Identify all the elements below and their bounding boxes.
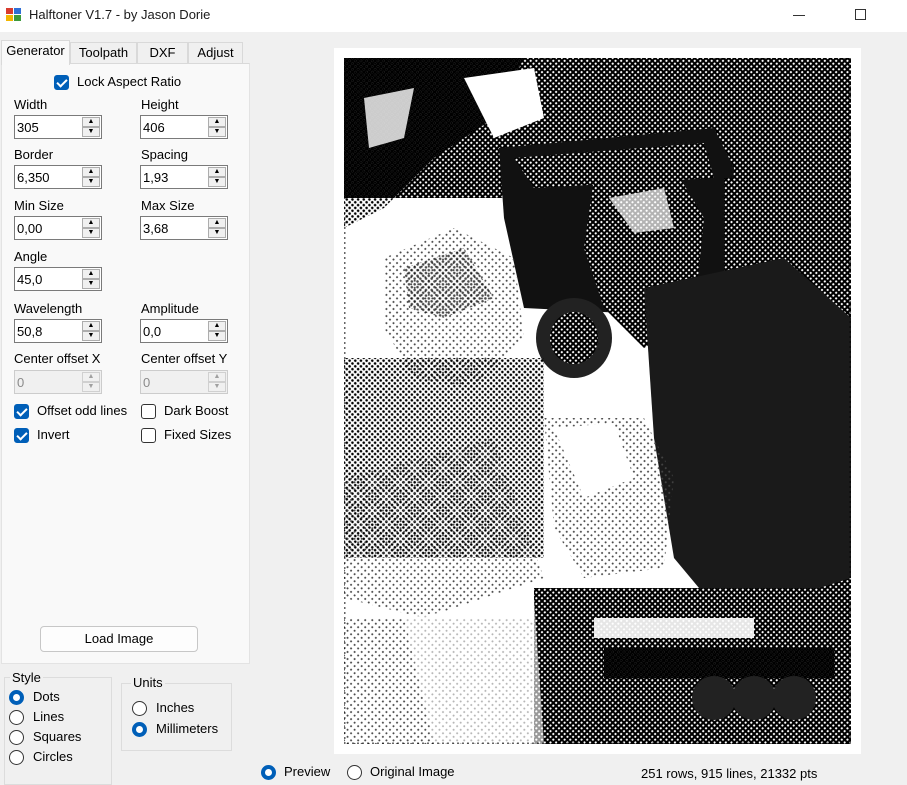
units-millimeters-radio[interactable]	[132, 722, 147, 737]
spacing-up-icon[interactable]: ▲	[208, 167, 226, 177]
center-y-down-icon: ▼	[208, 382, 226, 392]
style-lines-label: Lines	[33, 709, 65, 724]
amplitude-label: Amplitude	[141, 301, 199, 316]
border-down-icon[interactable]: ▼	[82, 177, 100, 187]
center-y-up-icon: ▲	[208, 372, 226, 382]
dark-boost-checkbox[interactable]	[141, 404, 156, 419]
units-group	[121, 683, 232, 751]
status-text: 251 rows, 915 lines, 21332 pts	[641, 766, 818, 781]
lock-aspect-label: Lock Aspect Ratio	[77, 74, 182, 89]
width-stepper[interactable]: 305 ▲ ▼	[14, 115, 102, 139]
min-size-value[interactable]: 0,00	[17, 220, 79, 237]
halftone-preview-frame	[334, 48, 861, 754]
title-bar: Halftoner V1.7 - by Jason Dorie	[0, 0, 907, 32]
amplitude-value[interactable]: 0,0	[143, 323, 205, 340]
style-lines-radio[interactable]	[9, 710, 24, 725]
fixed-sizes-label: Fixed Sizes	[164, 427, 232, 442]
style-circles-radio[interactable]	[9, 750, 24, 765]
view-preview-label: Preview	[284, 764, 331, 779]
tab-toolpath[interactable]: Toolpath	[70, 42, 137, 64]
spacing-stepper[interactable]: 1,93 ▲ ▼	[140, 165, 228, 189]
min-size-up-icon[interactable]: ▲	[82, 218, 100, 228]
min-size-stepper[interactable]: 0,00 ▲ ▼	[14, 216, 102, 240]
units-group-title: Units	[131, 675, 165, 690]
spacing-label: Spacing	[141, 147, 188, 162]
dark-boost-label: Dark Boost	[164, 403, 229, 418]
width-label: Width	[14, 97, 48, 112]
min-size-label: Min Size	[14, 198, 64, 213]
tab-dxf[interactable]: DXF	[137, 42, 188, 64]
height-down-icon[interactable]: ▼	[208, 127, 226, 137]
wavelength-value[interactable]: 50,8	[17, 323, 79, 340]
style-circles-label: Circles	[33, 749, 73, 764]
amplitude-up-icon[interactable]: ▲	[208, 321, 226, 331]
width-down-icon[interactable]: ▼	[82, 127, 100, 137]
style-group-title: Style	[10, 670, 43, 685]
fixed-sizes-checkbox[interactable]	[141, 428, 156, 443]
min-size-down-icon[interactable]: ▼	[82, 228, 100, 238]
halftone-preview-image	[344, 58, 851, 744]
center-offset-x-value: 0	[17, 375, 25, 390]
units-inches-label: Inches	[156, 700, 195, 715]
center-x-down-icon: ▼	[82, 382, 100, 392]
wavelength-stepper[interactable]: 50,8 ▲ ▼	[14, 319, 102, 343]
view-original-label: Original Image	[370, 764, 455, 779]
max-size-up-icon[interactable]: ▲	[208, 218, 226, 228]
angle-stepper[interactable]: 45,0 ▲ ▼	[14, 267, 102, 291]
max-size-label: Max Size	[141, 198, 195, 213]
wavelength-down-icon[interactable]: ▼	[82, 331, 100, 341]
load-image-button[interactable]: Load Image	[40, 626, 198, 652]
max-size-value[interactable]: 3,68	[143, 220, 205, 237]
max-size-stepper[interactable]: 3,68 ▲ ▼	[140, 216, 228, 240]
units-inches-radio[interactable]	[132, 701, 147, 716]
center-offset-x-label: Center offset X	[14, 351, 101, 366]
angle-up-icon[interactable]: ▲	[82, 269, 100, 279]
minimize-icon[interactable]	[793, 15, 805, 16]
view-original-radio[interactable]	[347, 765, 362, 780]
offset-odd-lines-label: Offset odd lines	[37, 403, 128, 418]
tab-adjust[interactable]: Adjust	[188, 42, 243, 64]
halftoner-app-icon	[6, 8, 22, 22]
units-millimeters-label: Millimeters	[156, 721, 219, 736]
spacing-value[interactable]: 1,93	[143, 169, 205, 186]
invert-label: Invert	[37, 427, 70, 442]
border-stepper[interactable]: 6,350 ▲ ▼	[14, 165, 102, 189]
view-preview-radio[interactable]	[261, 765, 276, 780]
center-offset-y-stepper: 0 ▲ ▼	[140, 370, 228, 394]
tab-generator[interactable]: Generator	[1, 40, 70, 65]
invert-checkbox[interactable]	[14, 428, 29, 443]
center-offset-y-label: Center offset Y	[141, 351, 228, 366]
style-dots-radio[interactable]	[9, 690, 24, 705]
center-offset-x-stepper: 0 ▲ ▼	[14, 370, 102, 394]
style-squares-label: Squares	[33, 729, 82, 744]
amplitude-stepper[interactable]: 0,0 ▲ ▼	[140, 319, 228, 343]
border-value[interactable]: 6,350	[17, 169, 79, 186]
angle-value[interactable]: 45,0	[17, 271, 79, 288]
height-up-icon[interactable]: ▲	[208, 117, 226, 127]
wavelength-label: Wavelength	[14, 301, 83, 316]
center-x-up-icon: ▲	[82, 372, 100, 382]
width-up-icon[interactable]: ▲	[82, 117, 100, 127]
border-label: Border	[14, 147, 54, 162]
lock-aspect-checkbox[interactable]	[54, 75, 69, 90]
style-squares-radio[interactable]	[9, 730, 24, 745]
height-stepper[interactable]: 406 ▲ ▼	[140, 115, 228, 139]
spacing-down-icon[interactable]: ▼	[208, 177, 226, 187]
offset-odd-lines-checkbox[interactable]	[14, 404, 29, 419]
amplitude-down-icon[interactable]: ▼	[208, 331, 226, 341]
max-size-down-icon[interactable]: ▼	[208, 228, 226, 238]
maximize-icon[interactable]	[855, 9, 866, 20]
border-up-icon[interactable]: ▲	[82, 167, 100, 177]
center-offset-y-value: 0	[143, 375, 151, 390]
angle-down-icon[interactable]: ▼	[82, 279, 100, 289]
style-dots-label: Dots	[33, 689, 60, 704]
width-value[interactable]: 305	[17, 119, 79, 136]
angle-label: Angle	[14, 249, 48, 264]
height-label: Height	[141, 97, 179, 112]
height-value[interactable]: 406	[143, 119, 205, 136]
wavelength-up-icon[interactable]: ▲	[82, 321, 100, 331]
window-title: Halftoner V1.7 - by Jason Dorie	[29, 7, 211, 22]
